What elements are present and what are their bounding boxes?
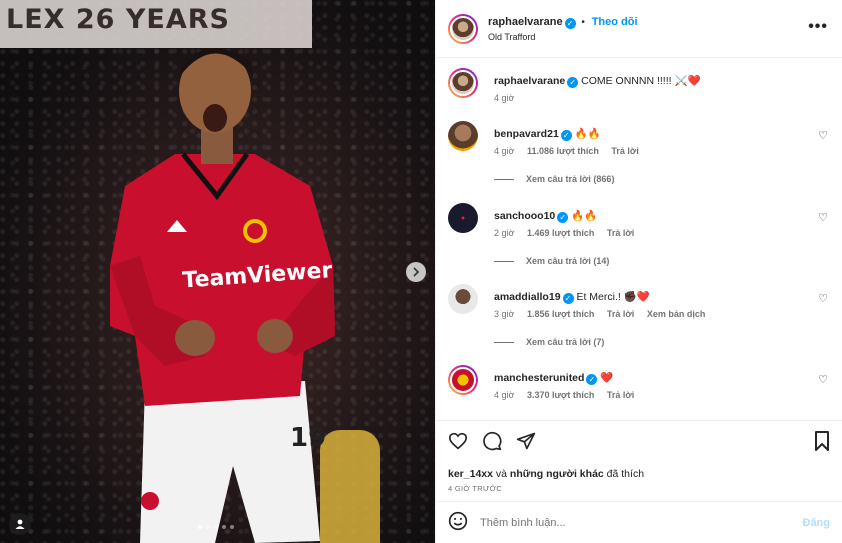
comment-likes[interactable]: 3.370 lượt thích bbox=[527, 390, 594, 400]
view-replies-button[interactable]: Xem câu trả lời (7) bbox=[494, 337, 604, 347]
comment-likes[interactable]: 1.469 lượt thích bbox=[527, 228, 594, 238]
emoji-icon[interactable] bbox=[448, 511, 468, 534]
comment-likes[interactable]: 11.086 lượt thích bbox=[527, 146, 599, 156]
commenter-avatar[interactable] bbox=[448, 121, 478, 151]
location-link[interactable]: Old Trafford bbox=[488, 32, 638, 42]
comment-text: Et Merci.! ✊🏿❤️ bbox=[576, 291, 650, 303]
commenter-username[interactable]: sanchooo10 bbox=[494, 210, 555, 222]
commenter-username[interactable]: amaddiallo19 bbox=[494, 291, 561, 303]
add-comment-bar: Thêm bình luận... Đăng bbox=[436, 501, 842, 543]
commenter-avatar[interactable] bbox=[448, 203, 478, 233]
more-options-icon[interactable]: ••• bbox=[808, 18, 828, 36]
carousel-dot bbox=[206, 525, 210, 529]
caption-username[interactable]: raphaelvarane bbox=[494, 75, 565, 87]
comment-likes[interactable]: 1.856 lượt thích bbox=[527, 309, 594, 319]
carousel-dot bbox=[230, 525, 234, 529]
verified-badge-icon: ✓ bbox=[586, 374, 598, 385]
post-timestamp: 4 GIỜ TRƯỚC bbox=[448, 484, 503, 493]
heart-icon[interactable]: ♡ bbox=[818, 129, 828, 142]
comment-meta: 2 giờ 1.469 lượt thích Trả lời bbox=[494, 228, 635, 238]
carousel-dot bbox=[222, 525, 226, 529]
caption-avatar[interactable] bbox=[448, 68, 478, 98]
author-username[interactable]: raphaelvarane bbox=[488, 16, 563, 28]
commenter-username[interactable]: manchesterunited bbox=[494, 372, 584, 384]
tagged-users-button[interactable] bbox=[9, 513, 31, 535]
reply-button[interactable]: Trả lời bbox=[607, 309, 634, 319]
verified-badge-icon: ✓ bbox=[560, 130, 572, 141]
carousel-dot bbox=[198, 525, 202, 529]
chevron-right-icon bbox=[413, 267, 420, 277]
svg-text:19: 19 bbox=[290, 423, 326, 453]
heart-icon[interactable]: ♡ bbox=[818, 373, 828, 386]
verified-badge-icon: ✓ bbox=[557, 212, 569, 223]
carousel-dot bbox=[214, 525, 218, 529]
like-icon[interactable] bbox=[448, 432, 468, 453]
bookmark-icon[interactable] bbox=[814, 431, 830, 454]
heart-icon[interactable]: ♡ bbox=[818, 211, 828, 224]
author-avatar[interactable] bbox=[448, 13, 478, 44]
commenter-username[interactable]: benpavard21 bbox=[494, 128, 559, 140]
post-comment-button[interactable]: Đăng bbox=[803, 517, 831, 529]
comment-meta: 3 giờ 1.856 lượt thích Trả lời Xem bản d… bbox=[494, 309, 706, 319]
share-icon[interactable] bbox=[516, 431, 536, 454]
post-media[interactable]: LEX 26 YEARS TeamViewer 19 bbox=[0, 0, 435, 543]
comment-text: 🔥🔥 bbox=[571, 210, 598, 222]
heart-icon[interactable]: ♡ bbox=[818, 292, 828, 305]
verified-badge-icon: ✓ bbox=[567, 77, 579, 88]
reply-button[interactable]: Trả lời bbox=[611, 146, 638, 156]
commenter-avatar[interactable] bbox=[448, 284, 478, 314]
translate-button[interactable]: Xem bản dịch bbox=[647, 309, 706, 319]
post-header: raphaelvarane ✓ • Theo dõi Old Trafford •… bbox=[436, 0, 842, 58]
post-viewer: LEX 26 YEARS TeamViewer 19 raphaelvarane… bbox=[0, 0, 842, 543]
verified-badge-icon: ✓ bbox=[562, 293, 574, 304]
comment-meta: 4 giờ 11.086 lượt thích Trả lời bbox=[494, 146, 639, 156]
comments-list[interactable]: raphaelvarane ✓ COME ONNNN !!!!! ⚔️❤️ 4 g… bbox=[436, 58, 842, 420]
likes-summary[interactable]: ker_14xx và những người khác đã thích bbox=[448, 468, 830, 480]
comment-text: 🔥🔥 bbox=[574, 128, 601, 140]
carousel-indicator bbox=[198, 525, 234, 529]
post-details-panel: raphaelvarane ✓ • Theo dõi Old Trafford •… bbox=[435, 0, 842, 543]
post-actions: ker_14xx và những người khác đã thích 4 … bbox=[436, 420, 842, 501]
comment-icon[interactable] bbox=[482, 431, 502, 454]
comment-text: ❤️ bbox=[600, 372, 614, 384]
follow-button[interactable]: Theo dõi bbox=[592, 16, 638, 28]
reply-button[interactable]: Trả lời bbox=[607, 390, 634, 400]
person-icon bbox=[15, 519, 25, 529]
caption-meta: 4 giờ bbox=[494, 93, 515, 103]
view-replies-button[interactable]: Xem câu trả lời (866) bbox=[494, 174, 614, 184]
verified-badge-icon: ✓ bbox=[564, 17, 576, 29]
carousel-next-button[interactable] bbox=[406, 262, 426, 282]
comment-input[interactable]: Thêm bình luận... bbox=[480, 517, 566, 529]
player-photo: TeamViewer 19 bbox=[110, 48, 335, 543]
commenter-avatar[interactable] bbox=[448, 365, 478, 395]
reply-button[interactable]: Trả lời bbox=[607, 228, 634, 238]
caption-text: COME ONNNN !!!!! ⚔️❤️ bbox=[581, 75, 701, 87]
view-replies-button[interactable]: Xem câu trả lời (14) bbox=[494, 256, 609, 266]
comment-meta: 4 giờ 3.370 lượt thích Trả lời bbox=[494, 390, 635, 400]
